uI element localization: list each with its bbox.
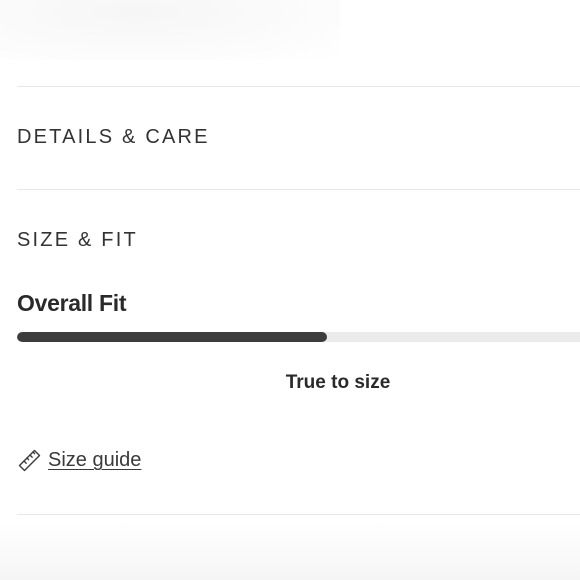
divider-bottom <box>17 514 580 515</box>
top-fade-decoration <box>0 0 340 60</box>
product-info-panel: DETAILS & CARE SIZE & FIT Overall Fit Tr… <box>0 0 580 580</box>
ruler-icon <box>17 448 42 473</box>
details-care-accordion-header[interactable]: DETAILS & CARE <box>17 126 210 149</box>
fit-scale-track <box>17 332 580 342</box>
size-fit-accordion-header[interactable]: SIZE & FIT <box>17 229 138 252</box>
divider-middle <box>17 189 580 190</box>
fit-result-label: True to size <box>285 372 391 393</box>
fit-scale-fill <box>17 332 327 342</box>
bottom-fade-decoration <box>0 520 580 580</box>
overall-fit-title: Overall Fit <box>17 290 127 316</box>
size-guide-link[interactable]: Size guide <box>17 448 141 473</box>
size-guide-label[interactable]: Size guide <box>48 449 141 472</box>
divider-top <box>17 86 580 87</box>
